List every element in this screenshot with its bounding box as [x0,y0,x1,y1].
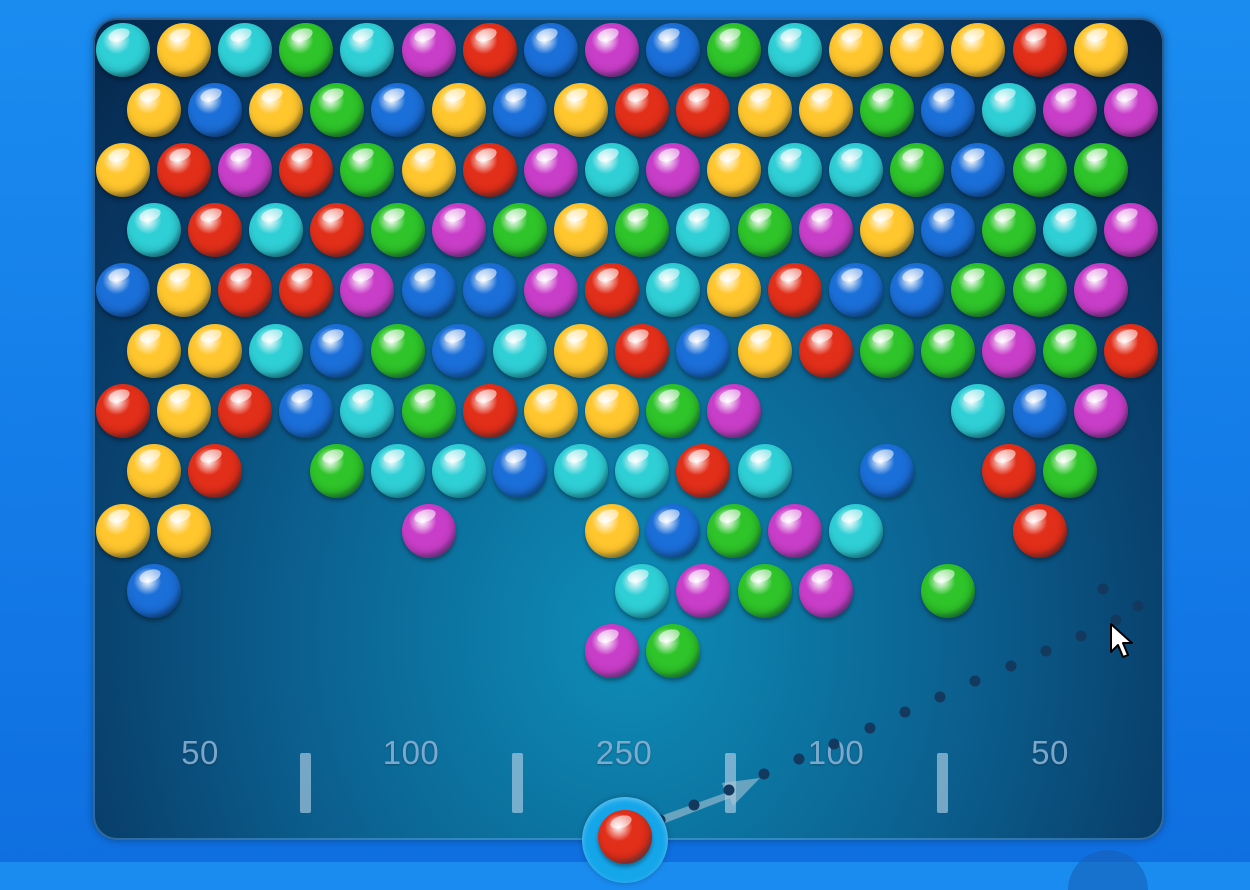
aim-arrow-icon [655,778,760,825]
aim-trajectory [654,583,1144,826]
shooter-bubble[interactable] [598,810,652,864]
mouse-pointer-icon [1110,623,1133,658]
aim-dots [654,583,1144,826]
